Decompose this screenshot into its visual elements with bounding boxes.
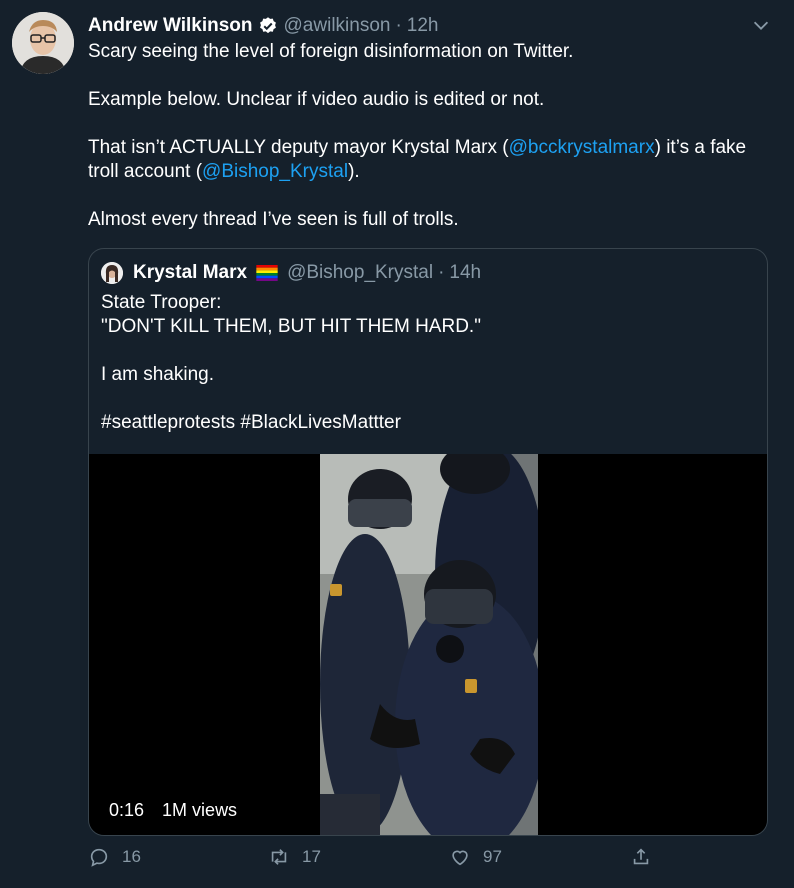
tweet-line-3: That isn’t ACTUALLY deputy mayor Krystal… [88, 136, 778, 184]
tweet[interactable]: Andrew Wilkinson @awilkinson · 12h Scary… [0, 0, 794, 888]
mention-link-bcckrystalmarx[interactable]: @bcckrystalmarx [509, 137, 655, 158]
tweet-text: Scary seeing the level of foreign disinf… [88, 40, 778, 256]
reply-count: 16 [122, 847, 141, 866]
retweet-button[interactable]: 17 [268, 846, 321, 868]
video-player[interactable]: 0:16 1M views [89, 454, 767, 835]
video-view-count: 1M views [162, 800, 238, 820]
quoted-line-2: "DON'T KILL THEM, BUT HIT THEM HARD." [101, 316, 481, 337]
tweet-timestamp[interactable]: 12h [407, 15, 439, 37]
chevron-down-icon[interactable] [750, 14, 772, 36]
tweet-line-3-part-a: That isn’t ACTUALLY deputy mayor Krystal… [88, 137, 509, 158]
quoted-separator-dot: · [438, 262, 445, 283]
video-duration: 0:16 [109, 800, 145, 820]
separator-dot: · [395, 15, 402, 36]
retweet-count: 17 [302, 847, 321, 866]
tweet-line-1: Scary seeing the level of foreign disinf… [88, 41, 574, 62]
quoted-author-handle[interactable]: @Bishop_Krystal [287, 262, 433, 284]
quoted-author-name[interactable]: Krystal Marx [133, 262, 247, 284]
mention-link-bishop-krystal[interactable]: @Bishop_Krystal [202, 161, 348, 182]
reply-icon [90, 848, 108, 867]
quoted-line-1: State Trooper: [101, 292, 222, 313]
quoted-tweet-header: Krystal Marx @Bishop_Krystal · 14h [101, 261, 481, 285]
author-name[interactable]: Andrew Wilkinson [88, 15, 253, 37]
like-count: 97 [483, 847, 502, 866]
share-button[interactable] [630, 846, 664, 868]
quoted-tweet-text: State Trooper: "DON'T KILL THEM, BUT HIT… [101, 291, 751, 459]
tweet-line-2: Example below. Unclear if video audio is… [88, 89, 545, 110]
author-handle[interactable]: @awilkinson [284, 15, 391, 37]
tweet-line-3-part-c: ). [348, 161, 360, 182]
quoted-tweet[interactable]: Krystal Marx @Bishop_Krystal · 14h State… [88, 248, 768, 836]
quoted-avatar [101, 262, 123, 284]
verified-badge-icon [258, 16, 278, 36]
share-icon [633, 848, 649, 865]
retweet-icon [271, 849, 287, 865]
rainbow-flag-icon [255, 265, 279, 281]
video-meta: 0:16 1M views [109, 800, 237, 821]
video-frame [320, 454, 538, 835]
quoted-line-4: #seattleprotests #BlackLivesMattter [101, 412, 401, 433]
tweet-actions: 16 17 97 [0, 846, 794, 876]
quoted-timestamp[interactable]: 14h [449, 262, 481, 284]
like-icon [452, 850, 468, 866]
like-button[interactable]: 97 [449, 846, 502, 868]
quoted-line-3: I am shaking. [101, 364, 214, 385]
tweet-header: Andrew Wilkinson @awilkinson · 12h [88, 12, 439, 40]
reply-button[interactable]: 16 [88, 846, 141, 868]
avatar-image [12, 12, 74, 74]
avatar[interactable] [12, 12, 74, 74]
tweet-line-4: Almost every thread I’ve seen is full of… [88, 209, 459, 230]
